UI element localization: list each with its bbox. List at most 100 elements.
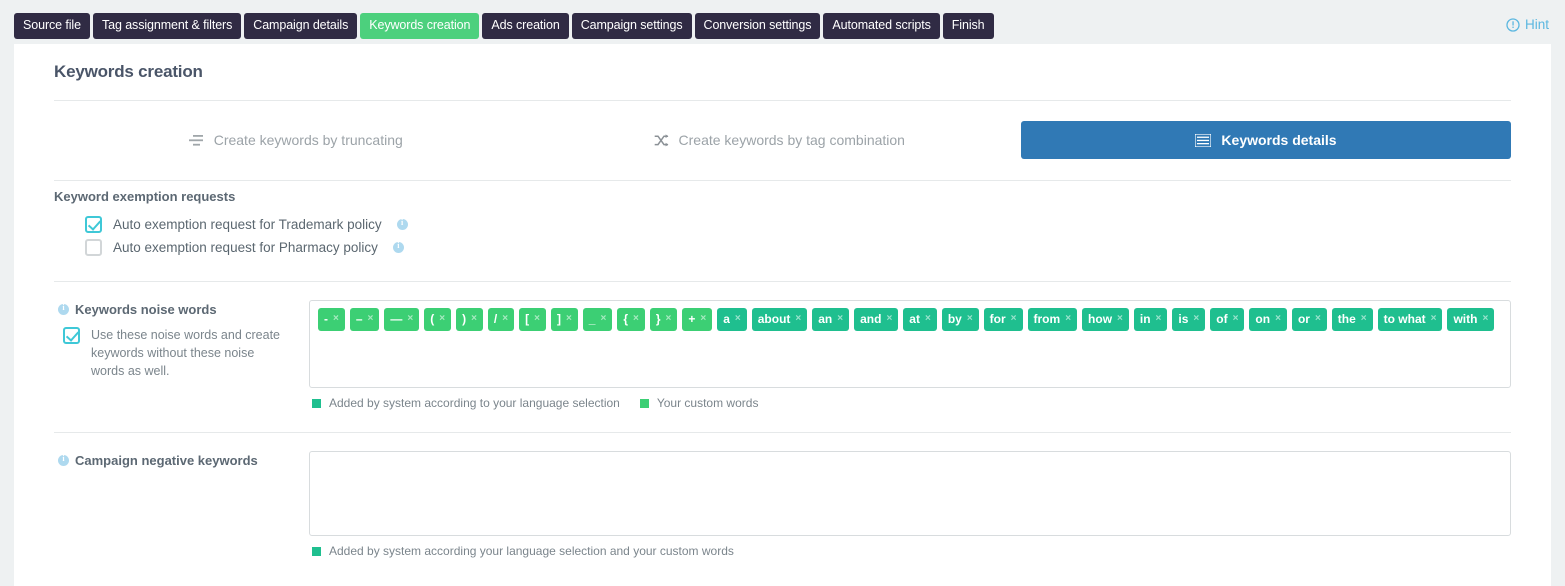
noise-word-tag[interactable]: about × — [751, 308, 808, 331]
noise-word-tag-remove-icon[interactable]: × — [735, 314, 741, 324]
hint-button[interactable]: Hint — [1506, 17, 1549, 32]
noise-word-tag-remove-icon[interactable]: × — [1361, 314, 1367, 324]
noise-word-tag-remove-icon[interactable]: × — [1156, 314, 1162, 324]
noise-word-tag-remove-icon[interactable]: × — [967, 314, 973, 324]
noise-word-tag[interactable]: — × — [384, 308, 420, 331]
tab-create-keywords-by-truncating[interactable]: Create keywords by truncating — [54, 122, 538, 158]
wizard-step-campaign-details[interactable]: Campaign details — [244, 13, 358, 39]
noise-word-tag-remove-icon[interactable]: × — [368, 314, 374, 324]
negative-keywords-input[interactable] — [309, 451, 1511, 536]
noise-word-tag[interactable]: ] × — [550, 308, 578, 331]
wizard-step-tag-assignment-filters[interactable]: Tag assignment & filters — [92, 13, 242, 39]
noise-word-tag[interactable]: } × — [649, 308, 678, 331]
noise-word-tag-remove-icon[interactable]: × — [407, 314, 413, 324]
noise-word-tag[interactable]: {× — [617, 308, 645, 331]
noise-word-tag[interactable]: at × — [903, 308, 937, 331]
keywords-creation-card: Keywords creation Create keywords by tru… — [14, 44, 1551, 586]
noise-word-tag-remove-icon[interactable]: × — [795, 314, 801, 324]
exemption-info-icon-1[interactable] — [396, 218, 408, 230]
tab-keywords-details[interactable]: Keywords details — [1021, 121, 1511, 159]
noise-word-tag[interactable]: + × — [682, 308, 713, 331]
noise-word-tag-label: in — [1139, 312, 1151, 326]
wizard-step-campaign-settings[interactable]: Campaign settings — [571, 13, 692, 39]
negative-keywords-legend: Added by system according your language … — [312, 536, 1511, 558]
noise-word-tag[interactable]: by × — [941, 308, 979, 331]
noise-word-tag[interactable]: in × — [1133, 308, 1168, 331]
wizard-step-automated-scripts[interactable]: Automated scripts — [823, 13, 940, 39]
noise-divider-row — [54, 410, 1511, 433]
noise-word-tag-remove-icon[interactable]: × — [886, 314, 892, 324]
noise-word-tag[interactable]: a × — [717, 308, 747, 331]
noise-word-tag[interactable]: (× — [424, 308, 452, 331]
noise-word-tag-remove-icon[interactable]: × — [566, 314, 572, 324]
negative-keywords-info-icon[interactable] — [58, 454, 69, 466]
noise-word-tag[interactable]: or × — [1291, 308, 1327, 331]
noise-word-tag-remove-icon[interactable]: × — [600, 314, 606, 324]
noise-word-tag-remove-icon[interactable]: × — [1233, 314, 1239, 324]
noise-word-tag-remove-icon[interactable]: × — [333, 314, 339, 324]
exemption-info-icon-2[interactable] — [392, 241, 404, 253]
noise-word-tag-remove-icon[interactable]: × — [1482, 314, 1488, 324]
noise-word-tag-remove-icon[interactable]: × — [925, 314, 931, 324]
noise-words-tag-input[interactable]: - × – × — ×(×) × / ×[×] × _ ×{×} × + × a × about × an × and × a… — [309, 300, 1511, 388]
noise-word-tag[interactable]: [× — [519, 308, 546, 331]
noise-word-tag-remove-icon[interactable]: × — [471, 314, 477, 324]
noise-word-tag[interactable]: on × — [1249, 308, 1287, 331]
noise-word-tag-remove-icon[interactable]: × — [1117, 314, 1123, 324]
noise-word-tag-label: about — [757, 312, 791, 326]
noise-word-tag-remove-icon[interactable]: × — [1315, 314, 1321, 324]
noise-word-tag-remove-icon[interactable]: × — [1275, 314, 1281, 324]
noise-word-tag[interactable]: / × — [487, 308, 515, 331]
noise-word-tag-label: and — [860, 312, 882, 326]
noise-word-tag-label: an — [818, 312, 833, 326]
noise-word-tag[interactable]: to what × — [1377, 308, 1443, 331]
shuffle-icon — [654, 133, 669, 147]
noise-word-tag[interactable]: an × — [812, 308, 850, 331]
wizard-step-source-file[interactable]: Source file — [14, 13, 90, 39]
noise-word-tag-remove-icon[interactable]: × — [502, 314, 508, 324]
exemption-checkbox-2[interactable] — [85, 238, 102, 256]
wizard-step-keywords-creation[interactable]: Keywords creation — [360, 13, 480, 39]
tab-create-keywords-by-tag-combination[interactable]: Create keywords by tag combination — [538, 122, 1022, 158]
noise-word-tag-label: of — [1216, 312, 1228, 326]
noise-word-tag[interactable]: of × — [1210, 308, 1245, 331]
noise-word-tag[interactable]: ) × — [456, 308, 483, 331]
noise-word-tag[interactable]: for × — [983, 308, 1023, 331]
noise-words-checkbox[interactable] — [63, 327, 80, 344]
wizard-step-ads-creation[interactable]: Ads creation — [482, 13, 569, 39]
noise-word-tag-remove-icon[interactable]: × — [837, 314, 843, 324]
noise-words-info-icon[interactable] — [58, 303, 69, 315]
noise-word-tag[interactable]: with × — [1447, 308, 1495, 331]
truncate-icon — [188, 134, 204, 147]
noise-word-tag-remove-icon[interactable]: × — [1193, 314, 1199, 324]
noise-word-tag-remove-icon[interactable]: × — [1065, 314, 1071, 324]
exemption-row-2[interactable]: Auto exemption request for Pharmacy poli… — [85, 236, 1511, 258]
negative-keywords-section: Campaign negative keywords Added by syst… — [54, 433, 1511, 558]
noise-word-tag-remove-icon[interactable]: × — [633, 314, 639, 324]
noise-word-tag-remove-icon[interactable]: × — [700, 314, 706, 324]
noise-word-tag[interactable]: _ × — [582, 308, 613, 331]
noise-word-tag-label: ] — [556, 312, 561, 326]
noise-word-tag[interactable]: how × — [1082, 308, 1129, 331]
noise-word-tag-label: the — [1337, 312, 1356, 326]
noise-word-tag[interactable]: from × — [1027, 308, 1078, 331]
noise-word-tag-remove-icon[interactable]: × — [1011, 314, 1017, 324]
noise-word-tag-remove-icon[interactable]: × — [439, 314, 445, 324]
wizard-steps: Source file Tag assignment & filters Campa… — [14, 13, 994, 39]
noise-word-tag-label: for — [989, 312, 1006, 326]
noise-word-tag-remove-icon[interactable]: × — [534, 314, 540, 324]
noise-word-tag-remove-icon[interactable]: × — [1431, 314, 1437, 324]
wizard-step-conversion-settings[interactable]: Conversion settings — [694, 13, 821, 39]
noise-word-tag[interactable]: the × — [1331, 308, 1373, 331]
exemption-checkbox-1[interactable] — [85, 215, 102, 233]
noise-word-tag[interactable]: - × — [318, 308, 345, 331]
noise-word-tag-label: } — [655, 312, 661, 326]
noise-words-checkbox-row[interactable]: Use these noise words and create keyword… — [63, 326, 309, 380]
noise-word-tag-remove-icon[interactable]: × — [666, 314, 672, 324]
exemption-row-1[interactable]: Auto exemption request for Trademark pol… — [85, 213, 1511, 235]
exemption-section-title: Keyword exemption requests — [54, 189, 236, 204]
noise-word-tag[interactable]: and × — [854, 308, 899, 331]
wizard-step-finish[interactable]: Finish — [942, 13, 994, 39]
noise-word-tag[interactable]: – × — [349, 308, 380, 331]
noise-word-tag[interactable]: is × — [1172, 308, 1206, 331]
